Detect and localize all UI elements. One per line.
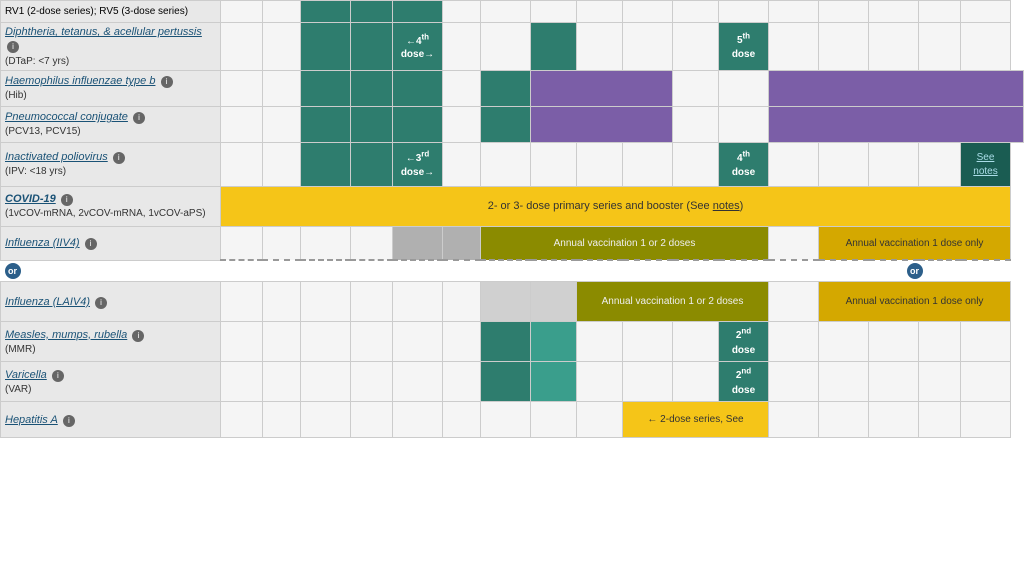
hib-name: Haemophilus influenzae type b i (Hib) [1, 70, 221, 106]
rv-label: RV1 (2-dose series); RV5 (3-dose series) [5, 6, 188, 17]
dtap-link[interactable]: Diphtheria, tetanus, & acellular pertuss… [5, 26, 202, 38]
pcv-row: Pneumococcal conjugate i (PCV13, PCV15) [1, 106, 1024, 142]
iiv4-link[interactable]: Influenza (IIV4) [5, 237, 80, 249]
varicella-name: Varicella i (VAR) [1, 362, 221, 402]
rv-name: RV1 (2-dose series); RV5 (3-dose series) [1, 1, 221, 23]
varicella-row: Varicella i (VAR) 2nddose [1, 362, 1024, 402]
laiv4-info-icon[interactable]: i [95, 297, 107, 309]
covid-info-icon[interactable]: i [61, 194, 73, 206]
iiv4-info-icon[interactable]: i [85, 238, 97, 250]
dtap-sub: (DTaP: <7 yrs) [5, 56, 69, 67]
laiv4-name: Influenza (LAIV4) i [1, 282, 221, 322]
influenza-laiv4-row: Influenza (LAIV4) i Annual vaccination 1… [1, 282, 1024, 322]
hib-link[interactable]: Haemophilus influenzae type b [5, 75, 155, 87]
hepa-link[interactable]: Hepatitis A [5, 414, 58, 426]
laiv4-annual2: Annual vaccination 1 dose only [846, 296, 984, 307]
laiv4-annual1: Annual vaccination 1 or 2 doses [602, 296, 744, 307]
dtap-5dose-label: 5thdose [732, 35, 755, 60]
dtap-4dose-label: ←4th dose→ [401, 36, 434, 60]
varicella-2dose: 2nddose [732, 370, 755, 395]
ipv-link[interactable]: Inactivated poliovirus [5, 151, 108, 163]
or-row: or or [1, 260, 1024, 282]
mmr-sub: (MMR) [5, 344, 36, 355]
pcv-sub: (PCV13, PCV15) [5, 126, 81, 137]
hib-info-icon[interactable]: i [161, 76, 173, 88]
ipv-row: Inactivated poliovirus i (IPV: <18 yrs) … [1, 142, 1024, 186]
hib-sub: (Hib) [5, 90, 27, 101]
dtap-info-icon[interactable]: i [7, 41, 19, 53]
or-circle: or [5, 263, 21, 279]
pcv-name: Pneumococcal conjugate i (PCV13, PCV15) [1, 106, 221, 142]
varicella-info-icon[interactable]: i [52, 370, 64, 382]
dtap-name: Diphtheria, tetanus, & acellular pertuss… [1, 23, 221, 71]
or-label-cell: or [1, 260, 221, 282]
covid-banner: 2- or 3- dose primary series and booster… [488, 200, 744, 212]
or-circle-right: or [907, 263, 923, 279]
ipv-4dose: 4thdose [732, 153, 755, 178]
varicella-sub: (VAR) [5, 384, 31, 395]
dtap-row: Diphtheria, tetanus, & acellular pertuss… [1, 23, 1024, 71]
covid-row: COVID-19 i (1vCOV-mRNA, 2vCOV-mRNA, 1vCO… [1, 186, 1024, 226]
iiv4-annual1: Annual vaccination 1 or 2 doses [554, 238, 696, 249]
mmr-2dose: 2nddose [732, 330, 755, 355]
iiv4-annual2: Annual vaccination 1 dose only [846, 238, 984, 249]
covid-notes-link[interactable]: notes [713, 200, 740, 212]
pcv-info-icon[interactable]: i [133, 112, 145, 124]
hib-row: Haemophilus influenzae type b i (Hib) [1, 70, 1024, 106]
covid-name: COVID-19 i (1vCOV-mRNA, 2vCOV-mRNA, 1vCO… [1, 186, 221, 226]
hepa-row: Hepatitis A i ← 2-dose series, See [1, 402, 1024, 438]
hepa-2dose-banner: ← 2-dose series, See [647, 414, 743, 425]
covid-link[interactable]: COVID-19 [5, 193, 56, 205]
varicella-link[interactable]: Varicella [5, 369, 47, 381]
ipv-see-notes[interactable]: Seenotes [973, 152, 997, 177]
covid-sub: (1vCOV-mRNA, 2vCOV-mRNA, 1vCOV-aPS) [5, 208, 206, 219]
ipv-name: Inactivated poliovirus i (IPV: <18 yrs) [1, 142, 221, 186]
iiv4-name: Influenza (IIV4) i [1, 226, 221, 260]
mmr-row: Measles, mumps, rubella i (MMR) 2nddose [1, 322, 1024, 362]
ipv-sub: (IPV: <18 yrs) [5, 166, 66, 177]
mmr-name: Measles, mumps, rubella i (MMR) [1, 322, 221, 362]
mmr-info-icon[interactable]: i [132, 330, 144, 342]
hepa-info-icon[interactable]: i [63, 415, 75, 427]
ipv-3dose: ←3rd dose→ [401, 153, 434, 178]
rv-row: RV1 (2-dose series); RV5 (3-dose series) [1, 1, 1024, 23]
pcv-link[interactable]: Pneumococcal conjugate [5, 111, 128, 123]
influenza-iiv4-row: Influenza (IIV4) i Annual vaccination 1 … [1, 226, 1024, 260]
vaccine-schedule-table: RV1 (2-dose series); RV5 (3-dose series)… [0, 0, 1024, 438]
ipv-info-icon[interactable]: i [113, 152, 125, 164]
hepa-name: Hepatitis A i [1, 402, 221, 438]
laiv4-link[interactable]: Influenza (LAIV4) [5, 296, 90, 308]
mmr-link[interactable]: Measles, mumps, rubella [5, 329, 127, 341]
